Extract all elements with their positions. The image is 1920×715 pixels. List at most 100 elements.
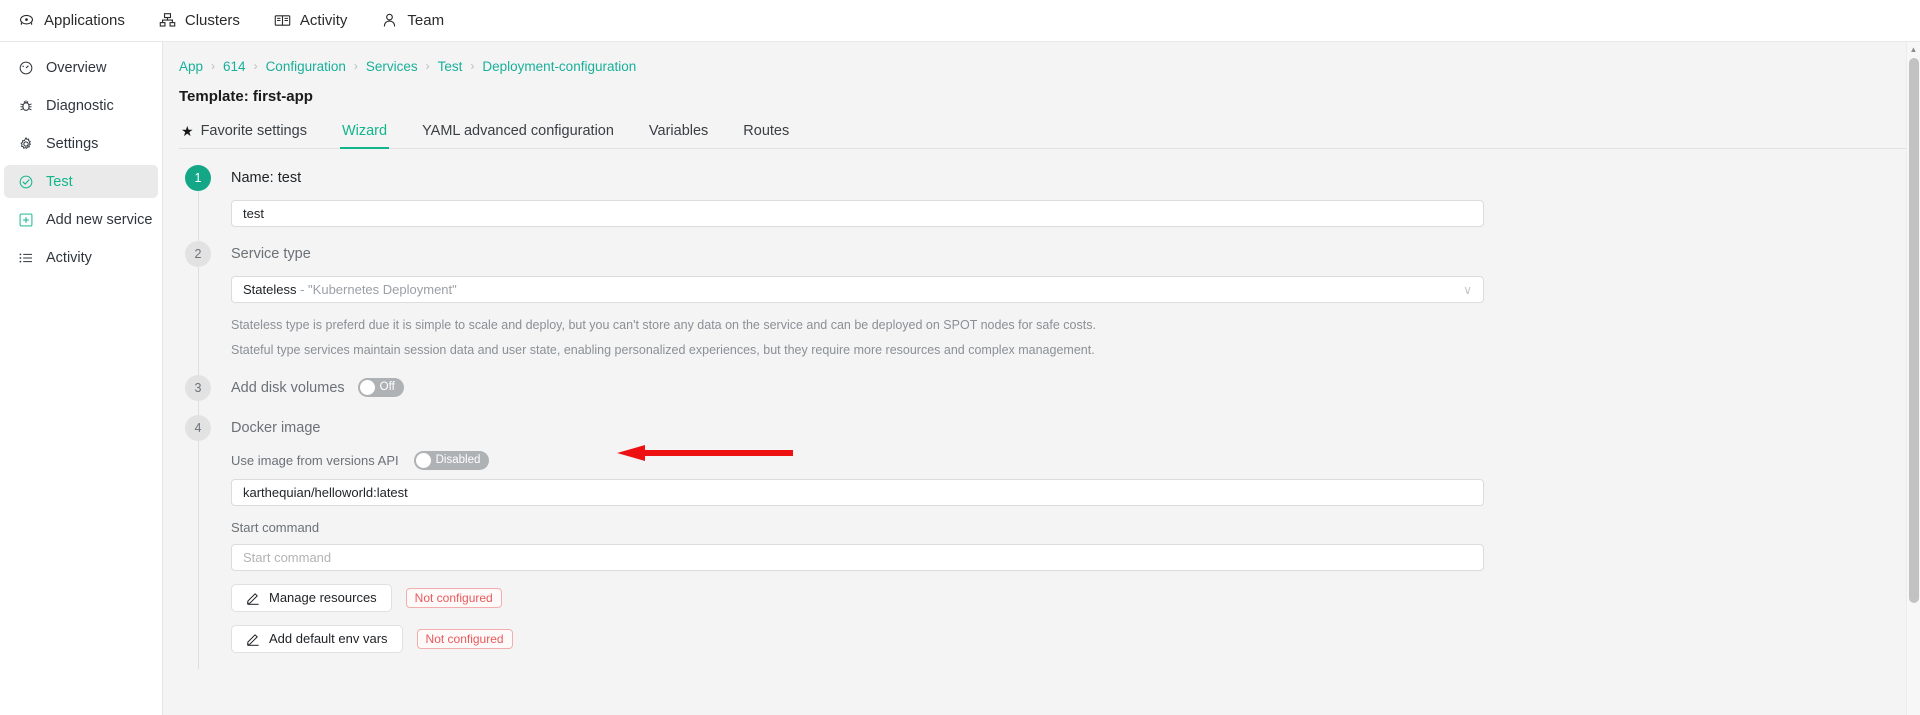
button-label: Add default env vars	[269, 631, 388, 646]
tab-label: Variables	[649, 123, 708, 139]
breadcrumb-item-services[interactable]: Services	[366, 59, 418, 74]
wizard-step-name: 1 Name: test test	[179, 165, 1904, 241]
sidebar-item-label: Diagnostic	[46, 98, 114, 114]
step-body: Docker image Use image from versions API…	[217, 415, 1904, 667]
sidebar-item-overview[interactable]: Overview	[4, 51, 158, 84]
topnav-item-clusters[interactable]: Clusters	[159, 12, 240, 29]
sidebar-item-label: Activity	[46, 250, 92, 266]
toggle-state-label: Disabled	[436, 455, 481, 467]
sidebar-item-label: Overview	[46, 60, 106, 76]
topnav-label: Activity	[300, 13, 348, 28]
name-input[interactable]: test	[231, 200, 1484, 227]
topnav-item-applications[interactable]: Applications	[18, 12, 125, 29]
step-title: Name: test	[231, 165, 1904, 191]
step-title: Docker image	[231, 415, 1904, 441]
start-command-input[interactable]: Start command	[231, 544, 1484, 571]
add-disk-volumes-toggle[interactable]: Off	[358, 378, 404, 397]
check-circle-icon	[18, 174, 34, 190]
star-icon: ★	[181, 124, 194, 138]
step-gutter: 3	[179, 375, 217, 415]
versions-api-label: Use image from versions API	[231, 453, 399, 468]
gear-icon	[18, 136, 34, 152]
step-number-badge: 3	[185, 375, 211, 401]
tab-bar: ★ Favorite settings Wizard YAML advanced…	[179, 123, 1920, 149]
breadcrumb-item-deployment-configuration[interactable]: Deployment-configuration	[482, 59, 636, 74]
stateful-description: Stateful type services maintain session …	[231, 341, 1904, 360]
pencil-icon	[246, 632, 260, 646]
step-number-badge: 4	[185, 415, 211, 441]
step-body: Add disk volumes Off	[217, 375, 1904, 415]
service-type-select[interactable]: Stateless - "Kubernetes Deployment" ∨	[231, 276, 1484, 303]
add-default-env-vars-button[interactable]: Add default env vars	[231, 625, 403, 653]
vertical-scrollbar[interactable]: ▲	[1906, 42, 1920, 715]
main-content-area: App › 614 › Configuration › Services › T…	[163, 42, 1920, 715]
clusters-icon	[159, 12, 176, 29]
wizard-step-docker-image: 4 Docker image Use image from versions A…	[179, 415, 1904, 667]
breadcrumb-item-app[interactable]: App	[179, 59, 203, 74]
gauge-icon	[18, 60, 34, 76]
step-title: Add disk volumes Off	[231, 375, 1904, 401]
scroll-up-arrow-icon[interactable]: ▲	[1907, 42, 1920, 56]
sidebar-item-activity[interactable]: Activity	[4, 241, 158, 274]
breadcrumb-item-configuration[interactable]: Configuration	[266, 59, 346, 74]
tab-label: YAML advanced configuration	[422, 123, 614, 139]
service-type-hint: - "Kubernetes Deployment"	[300, 282, 457, 297]
pencil-icon	[246, 591, 260, 605]
step-body: Name: test test	[217, 165, 1904, 241]
sidebar-item-add-new-service[interactable]: Add new service	[4, 203, 158, 236]
manage-resources-row: Manage resources Not configured	[231, 584, 1904, 612]
sidebar-item-test[interactable]: Test	[4, 165, 158, 198]
page-title: Template: first-app	[179, 88, 1920, 105]
chevron-down-icon: ∨	[1463, 283, 1472, 297]
service-type-value: Stateless	[243, 282, 296, 297]
breadcrumb-item-test[interactable]: Test	[438, 59, 463, 74]
tab-wizard[interactable]: Wizard	[340, 123, 389, 148]
status-badge: Not configured	[406, 588, 502, 608]
add-default-env-vars-row: Add default env vars Not configured	[231, 625, 1904, 653]
topnav-item-activity[interactable]: Activity	[274, 12, 348, 29]
breadcrumb-separator: ›	[426, 59, 430, 73]
tab-favorite-settings[interactable]: ★ Favorite settings	[179, 123, 309, 148]
step-title: Service type	[231, 241, 1904, 267]
versions-api-row: Use image from versions API Disabled	[231, 451, 1904, 470]
toggle-knob	[416, 453, 431, 468]
status-badge: Not configured	[417, 629, 513, 649]
step-title-text: Add disk volumes	[231, 380, 345, 396]
topnav-label: Applications	[44, 13, 125, 28]
versions-api-toggle[interactable]: Disabled	[414, 451, 490, 470]
step-rail	[198, 191, 199, 243]
sidebar-item-label: Settings	[46, 136, 98, 152]
breadcrumb: App › 614 › Configuration › Services › T…	[179, 56, 1920, 76]
step-rail	[198, 441, 199, 669]
tab-yaml-advanced-configuration[interactable]: YAML advanced configuration	[420, 123, 616, 148]
tab-label: Wizard	[342, 123, 387, 139]
step-number-badge: 1	[185, 165, 211, 191]
manage-resources-button[interactable]: Manage resources	[231, 584, 392, 612]
topnav-label: Clusters	[185, 13, 240, 28]
sidebar-item-label: Test	[46, 174, 73, 190]
step-rail	[198, 267, 199, 377]
bug-icon	[18, 98, 34, 114]
tab-variables[interactable]: Variables	[647, 123, 710, 148]
topnav-item-team[interactable]: Team	[381, 12, 444, 29]
list-icon	[18, 250, 34, 266]
step-number-badge: 2	[185, 241, 211, 267]
breadcrumb-item-614[interactable]: 614	[223, 59, 246, 74]
team-person-icon	[381, 12, 398, 29]
top-navigation-bar: Applications Clusters Activity Team	[0, 0, 1920, 42]
breadcrumb-separator: ›	[211, 59, 215, 73]
breadcrumb-separator: ›	[254, 59, 258, 73]
sidebar-item-diagnostic[interactable]: Diagnostic	[4, 89, 158, 122]
scrollbar-thumb[interactable]	[1909, 58, 1919, 603]
step-gutter: 2	[179, 241, 217, 375]
wizard-steps: 1 Name: test test 2 Service type	[179, 165, 1920, 667]
toggle-knob	[360, 380, 375, 395]
applications-icon	[18, 12, 35, 29]
sidebar-item-settings[interactable]: Settings	[4, 127, 158, 160]
tab-routes[interactable]: Routes	[741, 123, 791, 148]
toggle-state-label: Off	[380, 382, 395, 394]
start-command-label: Start command	[231, 520, 1904, 535]
wizard-step-disk-volumes: 3 Add disk volumes Off	[179, 375, 1904, 415]
docker-image-input[interactable]: karthequian/helloworld:latest	[231, 479, 1484, 506]
sidebar-item-label: Add new service	[46, 212, 152, 228]
